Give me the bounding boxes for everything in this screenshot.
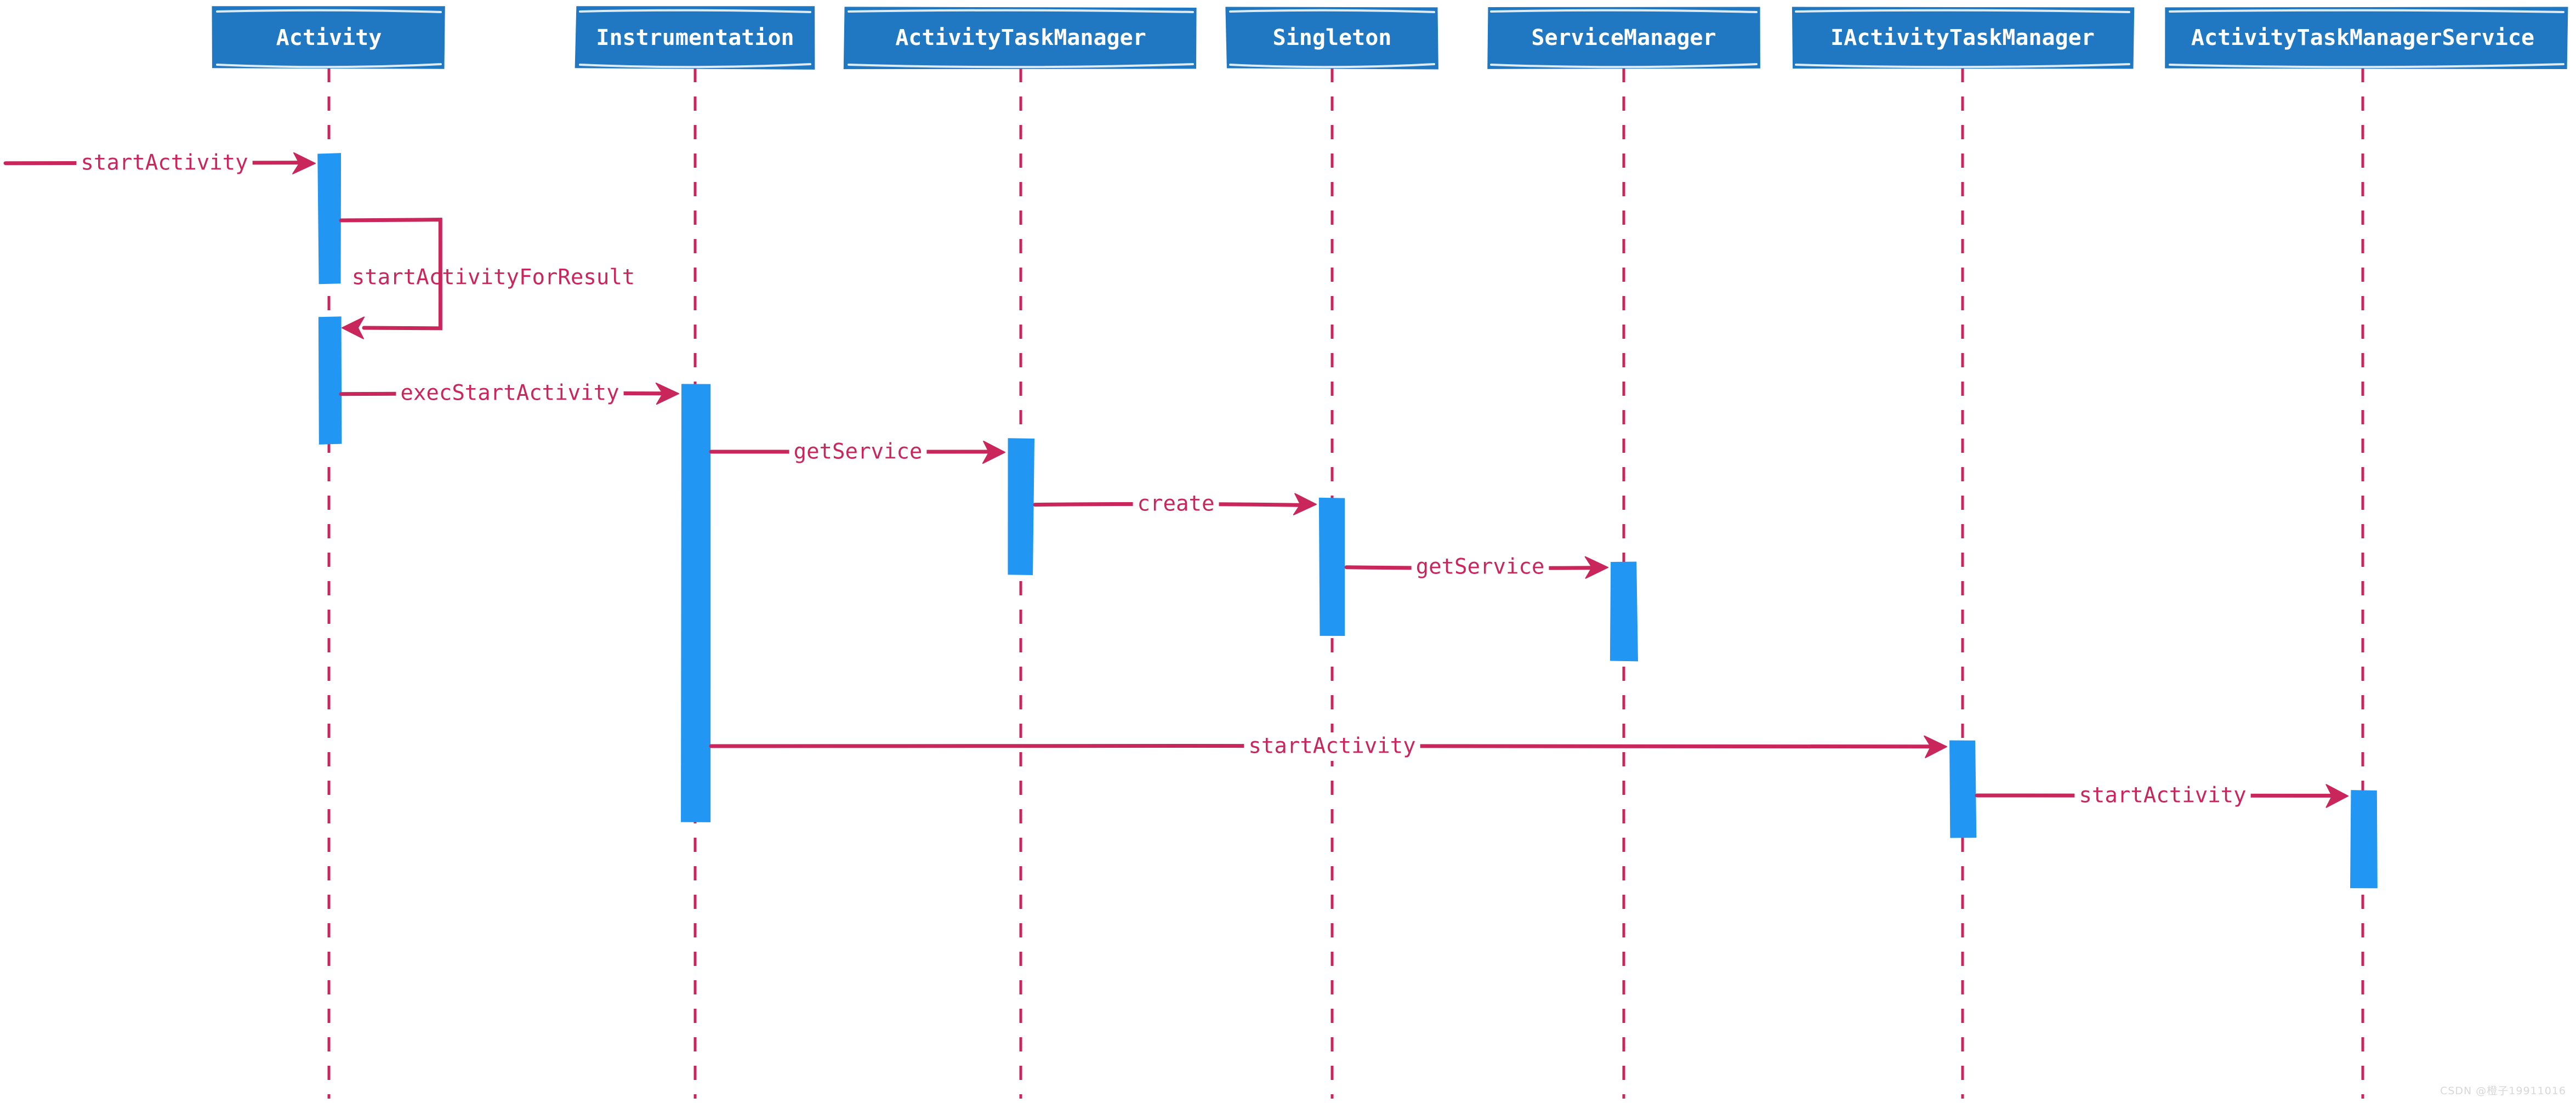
message-label: startActivityForResult [352, 265, 635, 290]
activation-bar-activity [317, 153, 341, 284]
activation-rect [1008, 438, 1034, 575]
message-m5[interactable]: create [1035, 490, 1316, 519]
participant-label: Activity [276, 25, 382, 50]
activation-bar-activity [319, 316, 342, 445]
message-label: getService [1416, 555, 1545, 579]
participant-atms[interactable]: ActivityTaskManagerService [2166, 8, 2567, 69]
activation-bar-singleton [1319, 498, 1345, 636]
activation-rect [1319, 498, 1345, 636]
activation-rect [1949, 741, 1976, 838]
message-label: create [1138, 492, 1215, 516]
activation-rect [317, 153, 341, 284]
sequence-diagram-canvas: startActivity startActivityForResult execS… [0, 0, 2576, 1103]
activation-bar-iatm [1949, 741, 1976, 838]
message-m7[interactable]: startActivity [711, 732, 1947, 761]
participant-svcmgr[interactable]: ServiceManager [1488, 8, 1760, 68]
participant-singleton[interactable]: Singleton [1226, 8, 1437, 69]
participant-activity[interactable]: Activity [213, 7, 444, 68]
message-m8[interactable]: startActivity [1977, 782, 2348, 810]
message-label: startActivity [81, 151, 248, 175]
participant-label: Instrumentation [596, 25, 794, 50]
csdn-watermark: CSDN @橙子19911016 [2440, 1083, 2566, 1098]
activations-layer [317, 153, 2378, 888]
participant-label: Singleton [1273, 25, 1392, 50]
sequence-diagram-svg: startActivity startActivityForResult execS… [0, 0, 2576, 1103]
activation-rect [1610, 561, 1638, 661]
message-m6[interactable]: getService [1346, 553, 1608, 582]
message-label: startActivity [1248, 734, 1415, 759]
activation-rect [681, 384, 710, 822]
participant-label: IActivityTaskManager [1830, 25, 2095, 50]
activation-bar-atm [1008, 438, 1034, 575]
participant-label: ActivityTaskManagerService [2191, 25, 2534, 50]
lifelines-layer [329, 68, 2363, 1099]
activation-rect [2350, 790, 2378, 888]
message-label: startActivity [2079, 783, 2246, 808]
activation-bar-instr [681, 384, 710, 822]
messages-layer: startActivity startActivityForResult execS… [5, 149, 2348, 810]
activation-rect [319, 316, 342, 445]
message-m2[interactable]: startActivityForResult [341, 220, 635, 339]
message-m1[interactable]: startActivity [5, 149, 315, 178]
participant-atm[interactable]: ActivityTaskManager [844, 8, 1196, 69]
message-m3[interactable]: execStartActivity [341, 379, 679, 408]
message-label: getService [794, 440, 923, 464]
activation-bar-atms [2350, 790, 2378, 888]
participant-label: ActivityTaskManager [895, 25, 1146, 50]
participant-instr[interactable]: Instrumentation [576, 7, 814, 69]
arrowhead [342, 317, 364, 338]
message-label: execStartActivity [400, 381, 619, 406]
activation-bar-svcmgr [1610, 561, 1638, 661]
participant-iatm[interactable]: IActivityTaskManager [1793, 8, 2133, 68]
participant-label: ServiceManager [1531, 25, 1716, 50]
participants-layer: Activity Instrumentation ActivityTaskManag… [213, 7, 2567, 69]
message-m4[interactable]: getService [711, 438, 1005, 467]
